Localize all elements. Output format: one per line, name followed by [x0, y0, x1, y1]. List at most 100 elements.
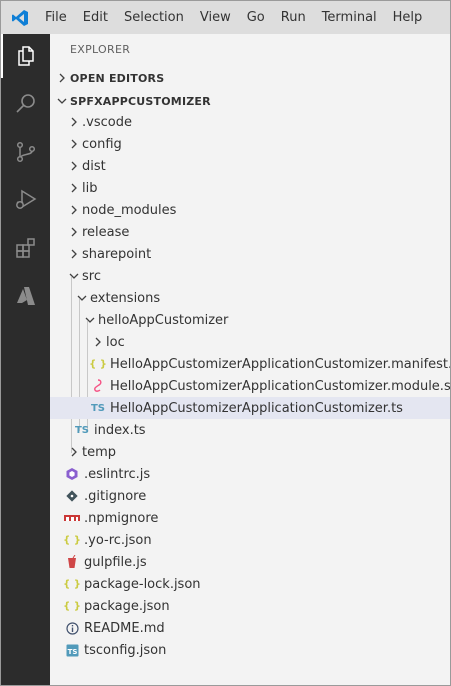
tree-item-label: HelloAppCustomizerApplicationCustomizer.…: [110, 378, 451, 394]
tree-item-label: .eslintrc.js: [84, 466, 151, 482]
open-editors-section[interactable]: OPEN EDITORS: [50, 67, 450, 89]
chevron-right-icon: [66, 114, 82, 130]
tree-item-label: .npmignore: [84, 510, 159, 526]
tree-file-module-scss[interactable]: HelloAppCustomizerApplicationCustomizer.…: [50, 375, 450, 397]
project-label: SPFXAPPCUSTOMIZER: [70, 94, 211, 108]
tree-item-label: .gitignore: [84, 488, 147, 504]
tree-item-label: README.md: [84, 620, 165, 636]
tree-file-index-ts[interactable]: TS index.ts: [50, 419, 450, 441]
tree-item-label: package.json: [84, 598, 170, 614]
menu-view[interactable]: View: [192, 1, 239, 34]
chevron-right-icon: [66, 136, 82, 152]
tree-item-label: sharepoint: [82, 246, 152, 262]
tree-item-label: src: [82, 268, 101, 284]
menu-help[interactable]: Help: [385, 1, 431, 34]
chevron-right-icon: [54, 70, 70, 86]
tree-folder-loc[interactable]: loc: [50, 331, 450, 353]
tree-item-label: .yo-rc.json: [84, 532, 152, 548]
tree-file-tsconfig[interactable]: TS tsconfig.json: [50, 639, 450, 661]
tree-file-manifest-json[interactable]: { } HelloAppCustomizerApplicationCustomi…: [50, 353, 450, 375]
tree-item-label: .vscode: [82, 114, 132, 130]
menu-terminal[interactable]: Terminal: [314, 1, 385, 34]
tree-file-npmignore[interactable]: .npmignore: [50, 507, 450, 529]
json-icon: { }: [63, 534, 81, 546]
menu-run[interactable]: Run: [273, 1, 314, 34]
tree-folder-helloappcustomizer[interactable]: helloAppCustomizer: [50, 309, 450, 331]
eslint-icon: [64, 466, 80, 482]
tree-folder-release[interactable]: release: [50, 221, 450, 243]
tree-folder-vscode[interactable]: .vscode: [50, 111, 450, 133]
info-icon: [64, 620, 80, 636]
tree-item-label: gulpfile.js: [84, 554, 147, 570]
tree-item-label: temp: [82, 444, 117, 460]
chevron-right-icon: [66, 202, 82, 218]
chevron-right-icon: [66, 180, 82, 196]
open-editors-label: OPEN EDITORS: [70, 71, 165, 85]
ts-icon: TS: [90, 402, 106, 414]
tree-file-gitignore[interactable]: .gitignore: [50, 485, 450, 507]
menu-file[interactable]: File: [35, 1, 75, 34]
tree-item-label: lib: [82, 180, 98, 196]
chevron-right-icon: [66, 158, 82, 174]
chevron-down-icon: [74, 290, 90, 306]
tree-item-label: tsconfig.json: [84, 642, 167, 658]
tree-file-eslintrc[interactable]: .eslintrc.js: [50, 463, 450, 485]
scss-icon: [90, 378, 106, 394]
chevron-down-icon: [82, 312, 98, 328]
chevron-down-icon: [66, 268, 82, 284]
chevron-right-icon: [66, 224, 82, 240]
explorer-title: EXPLORER: [70, 43, 131, 56]
explorer-sidebar: EXPLORER OPEN EDITORS SPFXAPPCUSTOMIZER …: [50, 34, 450, 685]
tree-item-label: dist: [82, 158, 106, 174]
tree-folder-config[interactable]: config: [50, 133, 450, 155]
json-icon: { }: [63, 600, 81, 612]
tree-folder-node-modules[interactable]: node_modules: [50, 199, 450, 221]
menu-edit[interactable]: Edit: [75, 1, 116, 34]
source-control-icon[interactable]: [1, 130, 50, 174]
menu-bar: File Edit Selection View Go Run Terminal…: [1, 1, 450, 34]
chevron-right-icon: [90, 334, 106, 350]
npm-icon: [64, 510, 80, 526]
chevron-down-icon: [54, 93, 70, 109]
search-icon[interactable]: [1, 82, 50, 126]
git-icon: [64, 488, 80, 504]
tree-file-applicationcustomizer-ts[interactable]: TS HelloAppCustomizerApplicationCustomiz…: [50, 397, 450, 419]
ts-icon: TS: [74, 424, 90, 436]
tree-item-label: HelloAppCustomizerApplicationCustomizer.…: [110, 400, 403, 416]
tree-file-readme[interactable]: README.md: [50, 617, 450, 639]
azure-icon[interactable]: [1, 274, 50, 318]
tree-folder-lib[interactable]: lib: [50, 177, 450, 199]
project-section[interactable]: SPFXAPPCUSTOMIZER: [50, 90, 450, 112]
chevron-right-icon: [66, 444, 82, 460]
tsconfig-icon: TS: [64, 642, 80, 658]
vscode-window: File Edit Selection View Go Run Terminal…: [0, 0, 451, 686]
run-debug-icon[interactable]: [1, 178, 50, 222]
explorer-icon[interactable]: [1, 34, 50, 78]
tree-folder-sharepoint[interactable]: sharepoint: [50, 243, 450, 265]
tree-folder-dist[interactable]: dist: [50, 155, 450, 177]
tree-file-gulpfile[interactable]: gulpfile.js: [50, 551, 450, 573]
tree-item-label: release: [82, 224, 130, 240]
tree-folder-src[interactable]: src: [50, 265, 450, 287]
tree-item-label: helloAppCustomizer: [98, 312, 229, 328]
tree-item-label: index.ts: [94, 422, 146, 438]
tree-item-label: node_modules: [82, 202, 177, 218]
tree-folder-temp[interactable]: temp: [50, 441, 450, 463]
tree-file-package-json[interactable]: { } package.json: [50, 595, 450, 617]
tree-item-label: extensions: [90, 290, 161, 306]
tsconfig-icon-glyph: TS: [67, 648, 77, 656]
tree-item-label: config: [82, 136, 122, 152]
tree-item-label: HelloAppCustomizerApplicationCustomizer.…: [110, 356, 451, 372]
tree-item-label: package-lock.json: [84, 576, 201, 592]
activity-bar: [1, 34, 50, 685]
extensions-icon[interactable]: [1, 226, 50, 270]
menu-selection[interactable]: Selection: [116, 1, 192, 34]
menu-go[interactable]: Go: [239, 1, 273, 34]
tree-folder-extensions[interactable]: extensions: [50, 287, 450, 309]
tree-file-package-lock-json[interactable]: { } package-lock.json: [50, 573, 450, 595]
tree-file-yo-rc-json[interactable]: { } .yo-rc.json: [50, 529, 450, 551]
tree-item-label: loc: [106, 334, 125, 350]
vscode-logo-icon: [5, 1, 35, 34]
gulp-icon: [64, 554, 80, 570]
chevron-right-icon: [66, 246, 82, 262]
